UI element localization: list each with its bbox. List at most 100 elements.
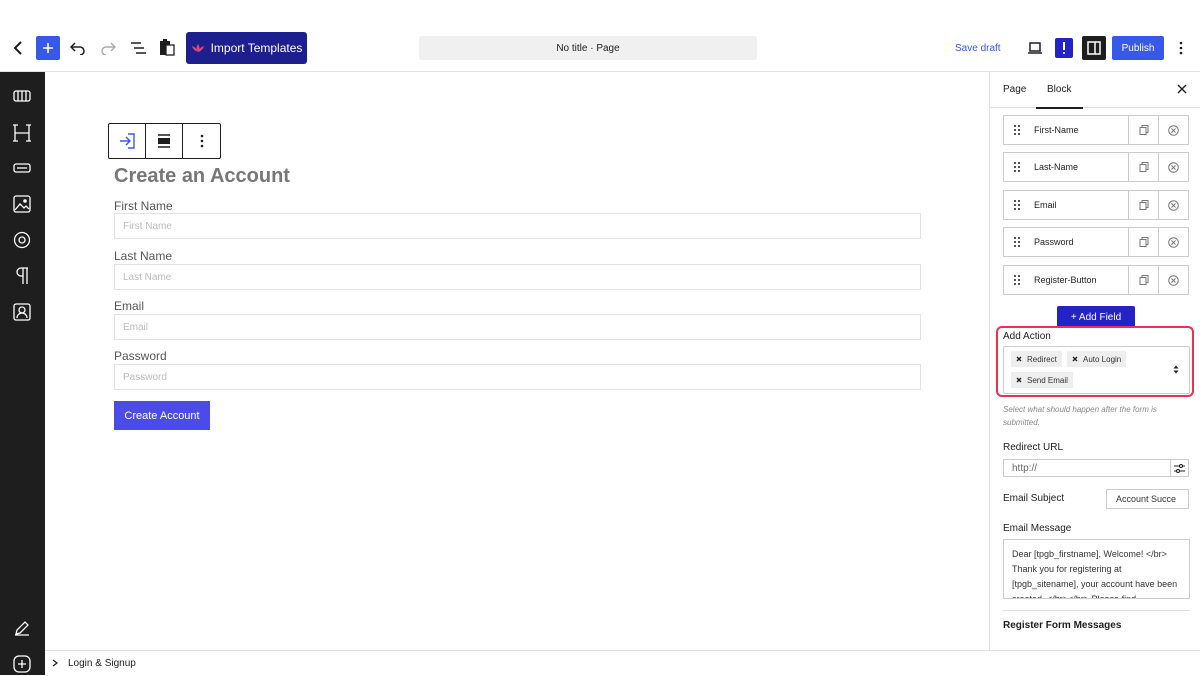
- duplicate-icon[interactable]: [1129, 152, 1159, 182]
- user-profile-icon[interactable]: [10, 300, 34, 324]
- sidebar-tabs: Page Block: [990, 72, 1200, 109]
- remove-circle-icon[interactable]: [1159, 265, 1189, 295]
- field-label: Email: [1034, 200, 1057, 210]
- last-name-label: Last Name: [114, 249, 173, 263]
- add-action-select[interactable]: Redirect Auto Login Send Email: [1003, 346, 1190, 394]
- action-chip-send-email: Send Email: [1011, 372, 1073, 388]
- field-item[interactable]: Password: [1003, 227, 1129, 257]
- duplicate-icon[interactable]: [1129, 227, 1159, 257]
- chevron-right-icon[interactable]: [52, 659, 58, 667]
- import-templates-label: Import Templates: [210, 41, 303, 55]
- breadcrumb: Login & Signup: [45, 650, 1200, 675]
- field-row-register-button: Register-Button: [1003, 265, 1189, 295]
- target-icon[interactable]: [10, 228, 34, 252]
- remove-circle-icon[interactable]: [1159, 227, 1189, 257]
- login-block-icon[interactable]: [109, 124, 146, 158]
- redirect-url-label: Redirect URL: [1003, 442, 1064, 453]
- plus-icon: [43, 43, 53, 53]
- add-action-hint: Select what should happen after the form…: [1003, 405, 1157, 427]
- remove-chip-icon[interactable]: [1072, 356, 1078, 362]
- field-label: Password: [1034, 237, 1074, 247]
- duplicate-icon[interactable]: [1129, 265, 1159, 295]
- first-name-label: First Name: [114, 199, 173, 213]
- drag-handle-icon[interactable]: [1014, 237, 1020, 247]
- preview-icon[interactable]: [1025, 38, 1045, 58]
- button-block-icon[interactable]: [10, 156, 34, 180]
- list-view-icon[interactable]: [128, 38, 148, 58]
- pencil-icon[interactable]: [10, 616, 34, 640]
- form-title: Create an Account: [114, 165, 290, 187]
- field-item[interactable]: First-Name: [1003, 115, 1129, 145]
- redirect-url-input[interactable]: http://: [1003, 459, 1171, 477]
- create-account-button[interactable]: Create Account: [114, 401, 210, 430]
- last-name-input[interactable]: Last Name: [114, 264, 921, 290]
- chip-label: Send Email: [1027, 375, 1068, 385]
- field-item[interactable]: Email: [1003, 190, 1129, 220]
- breadcrumb-item[interactable]: Login & Signup: [68, 658, 136, 669]
- drag-handle-icon[interactable]: [1014, 275, 1020, 285]
- duplicate-icon[interactable]: [1129, 190, 1159, 220]
- email-message-textarea[interactable]: Dear [tpgb_firstname], Welcome! </br> Th…: [1003, 539, 1190, 599]
- redo-icon[interactable]: [98, 38, 118, 58]
- heading-icon[interactable]: [10, 121, 34, 145]
- email-input[interactable]: Email: [114, 314, 921, 340]
- duplicate-icon[interactable]: [1129, 115, 1159, 145]
- select-arrows-icon[interactable]: [1173, 365, 1179, 374]
- chip-label: Auto Login: [1083, 354, 1122, 364]
- columns-icon[interactable]: [10, 84, 34, 108]
- publish-button[interactable]: Publish: [1112, 36, 1164, 60]
- chip-label: Redirect: [1027, 354, 1057, 364]
- divider: [1003, 610, 1190, 611]
- drag-handle-icon[interactable]: [1014, 200, 1020, 210]
- remove-chip-icon[interactable]: [1016, 356, 1022, 362]
- field-row-password: Password: [1003, 227, 1189, 257]
- password-input[interactable]: Password: [114, 364, 921, 390]
- remove-circle-icon[interactable]: [1159, 190, 1189, 220]
- paragraph-icon[interactable]: [10, 264, 34, 288]
- remove-circle-icon[interactable]: [1159, 152, 1189, 182]
- field-item[interactable]: Last-Name: [1003, 152, 1129, 182]
- action-chip-redirect: Redirect: [1011, 351, 1062, 367]
- settings-sidebar-toggle-icon[interactable]: [1082, 36, 1106, 60]
- lotus-icon: [191, 44, 204, 52]
- field-row-first-name: First-Name: [1003, 115, 1189, 145]
- tab-page[interactable]: Page: [1003, 84, 1026, 95]
- register-form-messages-heading[interactable]: Register Form Messages: [1003, 620, 1121, 631]
- remove-chip-icon[interactable]: [1016, 377, 1022, 383]
- tab-block[interactable]: Block: [1036, 84, 1084, 109]
- link-settings-icon[interactable]: [1170, 459, 1189, 477]
- exclamation-icon[interactable]: [1055, 38, 1073, 58]
- block-toolbar: [108, 123, 221, 159]
- back-icon[interactable]: [10, 38, 26, 58]
- first-name-input[interactable]: First Name: [114, 213, 921, 239]
- action-chip-auto-login: Auto Login: [1067, 351, 1127, 367]
- clipboard-icon[interactable]: [157, 36, 177, 58]
- settings-sidebar: Page Block First-Name Last-Name Email Pa…: [989, 72, 1200, 650]
- field-row-email: Email: [1003, 190, 1189, 220]
- document-title[interactable]: No title · Page: [419, 36, 757, 60]
- save-draft-button[interactable]: Save draft: [955, 38, 1001, 58]
- image-icon[interactable]: [10, 192, 34, 216]
- close-icon[interactable]: [1177, 84, 1187, 94]
- field-row-last-name: Last-Name: [1003, 152, 1189, 182]
- editor-topbar: Import Templates No title · Page Save dr…: [0, 0, 1200, 72]
- drag-handle-icon[interactable]: [1014, 162, 1020, 172]
- block-options-icon[interactable]: [183, 124, 220, 158]
- field-label: Register-Button: [1034, 275, 1097, 285]
- email-subject-label: Email Subject: [1003, 493, 1065, 504]
- email-subject-input[interactable]: Account Succe: [1106, 489, 1189, 509]
- add-circle-icon[interactable]: [10, 652, 34, 676]
- more-options-icon[interactable]: [1174, 38, 1188, 58]
- undo-icon[interactable]: [68, 38, 88, 58]
- import-templates-button[interactable]: Import Templates: [186, 32, 307, 64]
- block-inserter-bar: [0, 72, 45, 675]
- add-field-button[interactable]: + Add Field: [1057, 306, 1135, 328]
- remove-circle-icon[interactable]: [1159, 115, 1189, 145]
- email-message-label: Email Message: [1003, 523, 1072, 534]
- field-label: Last-Name: [1034, 162, 1079, 172]
- drag-handle-icon[interactable]: [1014, 125, 1020, 135]
- add-block-button[interactable]: [36, 36, 60, 60]
- align-icon[interactable]: [146, 124, 183, 158]
- field-item[interactable]: Register-Button: [1003, 265, 1129, 295]
- email-label: Email: [114, 299, 145, 313]
